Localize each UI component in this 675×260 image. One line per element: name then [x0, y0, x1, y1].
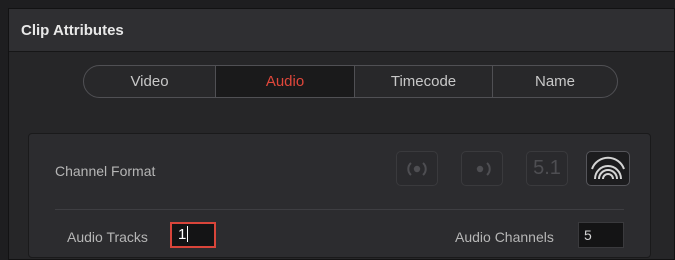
title-bar: Clip Attributes [9, 9, 674, 52]
adaptive-format-button[interactable] [586, 151, 630, 186]
audio-settings-panel: Channel Format 5.1 Audio Tracks 1 Audio … [28, 133, 651, 258]
audio-tracks-input[interactable]: 1 [170, 222, 216, 248]
audio-channels-label: Audio Channels [455, 229, 554, 245]
audio-tracks-value: 1 [178, 226, 187, 243]
divider [55, 209, 624, 210]
stereo-icon [407, 161, 427, 176]
adaptive-icon [591, 156, 625, 179]
tab-name[interactable]: Name [493, 66, 617, 97]
audio-channels-input[interactable]: 5 [578, 222, 624, 248]
mono-format-button[interactable] [461, 151, 503, 186]
tab-audio[interactable]: Audio [216, 66, 355, 97]
tab-video[interactable]: Video [84, 66, 216, 97]
attribute-tabs: Video Audio Timecode Name [83, 65, 618, 98]
tab-timecode[interactable]: Timecode [355, 66, 493, 97]
surround-5-1-button[interactable]: 5.1 [526, 151, 568, 186]
channel-format-label: Channel Format [55, 163, 156, 179]
stereo-format-button[interactable] [396, 151, 438, 186]
text-caret [187, 226, 189, 242]
window-title: Clip Attributes [21, 22, 124, 39]
mono-icon [476, 161, 491, 176]
audio-tracks-label: Audio Tracks [67, 229, 148, 245]
